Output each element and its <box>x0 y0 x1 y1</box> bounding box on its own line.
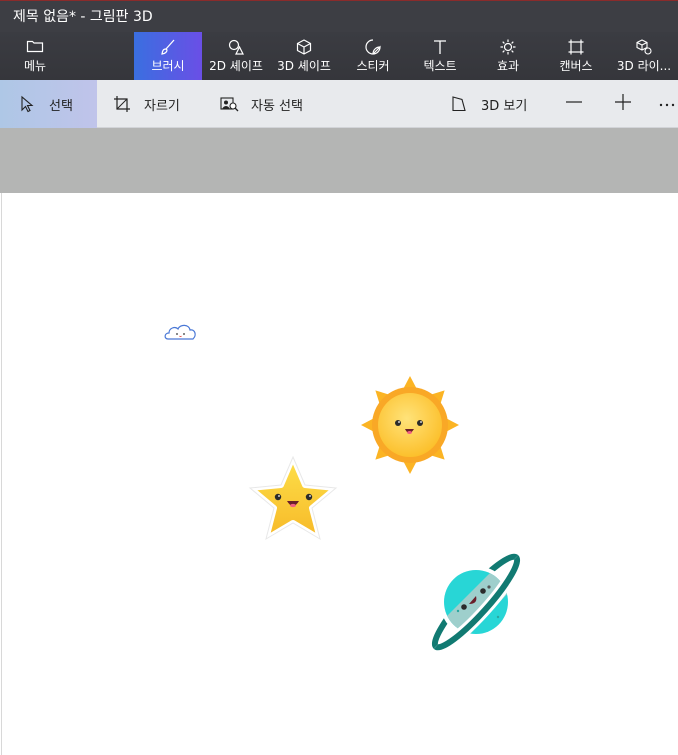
pointer-icon <box>17 94 37 114</box>
tab-2d-shapes[interactable]: 2D 셰이프 <box>203 32 269 80</box>
sun-sticker[interactable] <box>353 367 467 487</box>
zoom-in-button[interactable] <box>612 80 634 128</box>
title-bar: 제목 없음* - 그림판 3D <box>0 0 678 32</box>
select-label: 선택 <box>49 98 73 114</box>
tab-brushes-label: 브러시 <box>151 59 185 73</box>
more-button[interactable] <box>656 80 678 128</box>
tab-stickers[interactable]: 스티커 <box>340 32 406 80</box>
view-3d-label: 3D 보기 <box>481 98 528 114</box>
tool-strip: 선택 자르기 자동 선택 3D 보기 <box>0 80 678 128</box>
select-button[interactable]: 선택 <box>0 80 97 128</box>
workspace-background <box>0 128 678 193</box>
canvas-icon <box>542 38 610 56</box>
tab-canvas[interactable]: 캔버스 <box>542 32 610 80</box>
menu-button[interactable]: 메뉴 <box>0 32 70 80</box>
crop-label: 자르기 <box>144 98 180 114</box>
drawing-canvas[interactable] <box>1 193 678 755</box>
tab-text[interactable]: 텍스트 <box>406 32 474 80</box>
ribbon: 메뉴 브러시 2D 셰이프 3D 셰이프 스티커 텍스트 효과 캔버스 3D 라… <box>0 32 678 80</box>
text-icon <box>406 38 474 56</box>
more-icon <box>658 97 676 112</box>
plus-icon <box>614 93 632 115</box>
shapes-2d-icon <box>203 38 269 56</box>
cloud-sticker[interactable] <box>162 320 200 348</box>
magic-select-label: 자동 선택 <box>251 98 303 114</box>
tab-stickers-label: 스티커 <box>356 59 390 73</box>
window-title: 제목 없음* - 그림판 3D <box>13 9 153 25</box>
tab-text-label: 텍스트 <box>423 59 457 73</box>
zoom-out-button[interactable] <box>563 80 585 128</box>
tab-2d-shapes-label: 2D 셰이프 <box>209 59 263 73</box>
magic-select-button[interactable]: 자동 선택 <box>219 80 303 128</box>
tab-effects-label: 효과 <box>496 59 520 73</box>
tab-3d-shapes-label: 3D 셰이프 <box>277 59 331 73</box>
sticker-icon <box>340 38 406 56</box>
library-3d-icon <box>610 38 678 56</box>
crop-icon <box>112 94 132 114</box>
view-3d-button[interactable]: 3D 보기 <box>449 80 527 128</box>
tab-3d-library[interactable]: 3D 라이... <box>610 32 678 80</box>
star-sticker[interactable] <box>243 451 343 551</box>
folder-icon <box>0 38 70 56</box>
cube-icon <box>270 38 338 56</box>
tab-canvas-label: 캔버스 <box>559 59 593 73</box>
minus-icon <box>565 93 583 115</box>
tab-3d-shapes[interactable]: 3D 셰이프 <box>270 32 338 80</box>
magic-select-icon <box>219 94 239 114</box>
crop-button[interactable]: 자르기 <box>112 80 180 128</box>
planet-sticker[interactable] <box>426 549 530 661</box>
tab-effects[interactable]: 효과 <box>474 32 542 80</box>
view-3d-icon <box>449 94 469 114</box>
tab-3d-library-label: 3D 라이... <box>616 59 672 73</box>
tab-brushes[interactable]: 브러시 <box>134 32 202 80</box>
brush-icon <box>134 38 202 56</box>
sun-effects-icon <box>474 38 542 56</box>
menu-label: 메뉴 <box>23 59 47 73</box>
